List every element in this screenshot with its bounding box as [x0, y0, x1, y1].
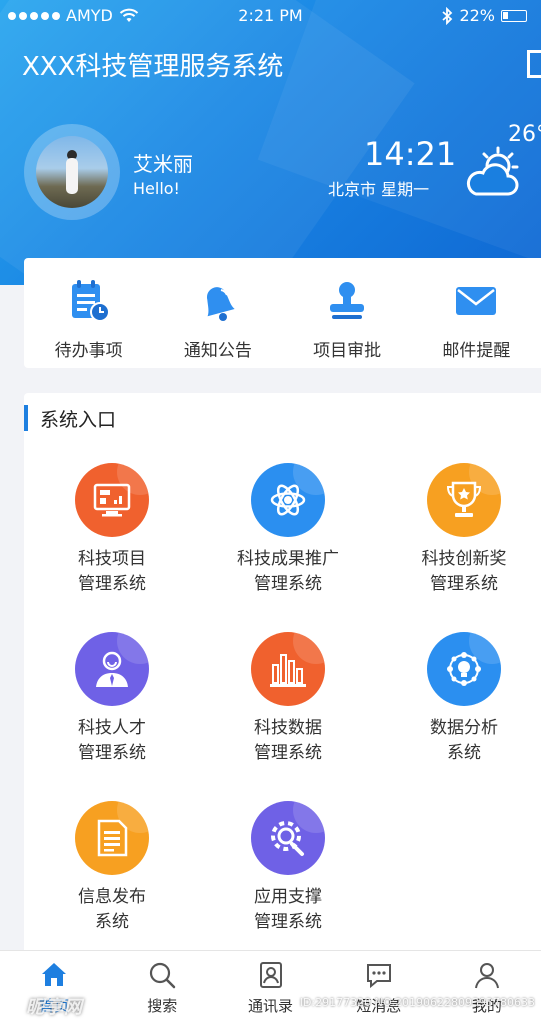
tab-search[interactable]: 搜索	[108, 951, 216, 1024]
avatar-photo	[36, 136, 108, 208]
quick-actions: 待办事项 通知公告 项目审批 邮件提醒	[24, 258, 541, 368]
person-icon	[75, 632, 149, 706]
system-name: 科技创新奖	[421, 549, 507, 569]
system-name: 科技数据	[254, 718, 322, 738]
system-info-publish[interactable]: 信息发布 系统	[24, 801, 200, 935]
system-data-analysis[interactable]: 数据分析 系统	[376, 632, 541, 766]
system-tech-project[interactable]: 科技项目 管理系统	[24, 463, 200, 597]
user-name: 艾米丽	[133, 152, 193, 176]
tab-label: 搜索	[147, 997, 178, 1015]
system-entry-panel: 系统入口 科技项目 管理系统 科技成果推广 管理系统 科技创新奖 管理系统 科技人才管…	[24, 393, 541, 950]
system-tech-achievement[interactable]: 科技成果推广 管理系统	[200, 463, 376, 597]
system-name: 应用支撑	[254, 887, 322, 907]
atom-icon	[251, 463, 325, 537]
system-tech-data[interactable]: 科技数据 管理系统	[200, 632, 376, 766]
quick-mail[interactable]: 邮件提醒	[412, 258, 541, 368]
battery-percent: 22%	[459, 6, 495, 25]
contacts-icon	[259, 962, 282, 988]
stamp-icon	[330, 282, 365, 319]
quick-label: 邮件提醒	[442, 341, 511, 361]
header-banner: AMYD 2:21 PM 22% XXX科技管理服务系统 艾米丽 Hello! …	[0, 0, 541, 285]
tab-contacts[interactable]: 通讯录	[216, 951, 324, 1024]
profile-icon	[474, 963, 499, 989]
document-icon	[75, 801, 149, 875]
status-time: 2:21 PM	[238, 6, 303, 25]
quick-label: 通知公告	[183, 341, 252, 361]
home-icon	[42, 963, 67, 986]
system-name: 科技人才	[78, 718, 146, 738]
clock: 14:21	[364, 135, 457, 173]
battery-icon	[501, 9, 527, 22]
weather-cloudy-icon	[466, 146, 519, 196]
bell-icon	[206, 287, 235, 321]
quick-todo[interactable]: 待办事项	[24, 258, 153, 368]
system-name: 数据分析	[430, 718, 498, 738]
section-title: 系统入口	[40, 409, 117, 431]
status-bar: AMYD 2:21 PM 22%	[0, 0, 541, 32]
quick-label: 项目审批	[313, 341, 382, 361]
app-title: XXX科技管理服务系统	[22, 52, 284, 82]
avatar[interactable]	[24, 124, 120, 220]
system-name: 科技成果推广	[237, 549, 339, 569]
system-subname: 管理系统	[254, 574, 322, 594]
tab-messages[interactable]: 短消息	[325, 951, 433, 1024]
system-subname: 系统	[447, 743, 481, 763]
system-name: 科技项目	[78, 549, 146, 569]
system-app-support[interactable]: 应用支撑 管理系统	[200, 801, 376, 935]
watermark-brand: 昵享网	[26, 997, 83, 1018]
todo-icon	[71, 280, 110, 322]
mail-icon	[456, 287, 497, 315]
bar-chart-icon	[251, 632, 325, 706]
trophy-icon	[427, 463, 501, 537]
system-subname: 管理系统	[78, 574, 146, 594]
system-subname: 系统	[95, 912, 129, 932]
scan-icon[interactable]	[527, 50, 541, 78]
watermark-id: ID:29177320 NO:20190622809393780633	[299, 996, 535, 1009]
system-subname: 管理系统	[430, 574, 498, 594]
search-icon	[150, 962, 176, 989]
system-subname: 管理系统	[254, 912, 322, 932]
system-subname: 管理系统	[254, 743, 322, 763]
system-subname: 管理系统	[78, 743, 146, 763]
system-name: 信息发布	[78, 887, 146, 907]
quick-label: 待办事项	[54, 341, 123, 361]
settings-icon	[251, 801, 325, 875]
location-weekday: 北京市 星期一	[328, 180, 430, 199]
network-icon	[427, 632, 501, 706]
tab-profile[interactable]: 我的	[433, 951, 541, 1024]
bluetooth-icon	[442, 6, 453, 25]
system-innovation-award[interactable]: 科技创新奖 管理系统	[376, 463, 541, 597]
section-marker	[24, 405, 28, 431]
quick-approval[interactable]: 项目审批	[283, 258, 412, 368]
system-tech-talent[interactable]: 科技人才 管理系统	[24, 632, 200, 766]
quick-notice[interactable]: 通知公告	[153, 258, 282, 368]
monitor-icon	[75, 463, 149, 537]
user-greeting: Hello!	[133, 179, 180, 198]
message-icon	[366, 964, 391, 989]
